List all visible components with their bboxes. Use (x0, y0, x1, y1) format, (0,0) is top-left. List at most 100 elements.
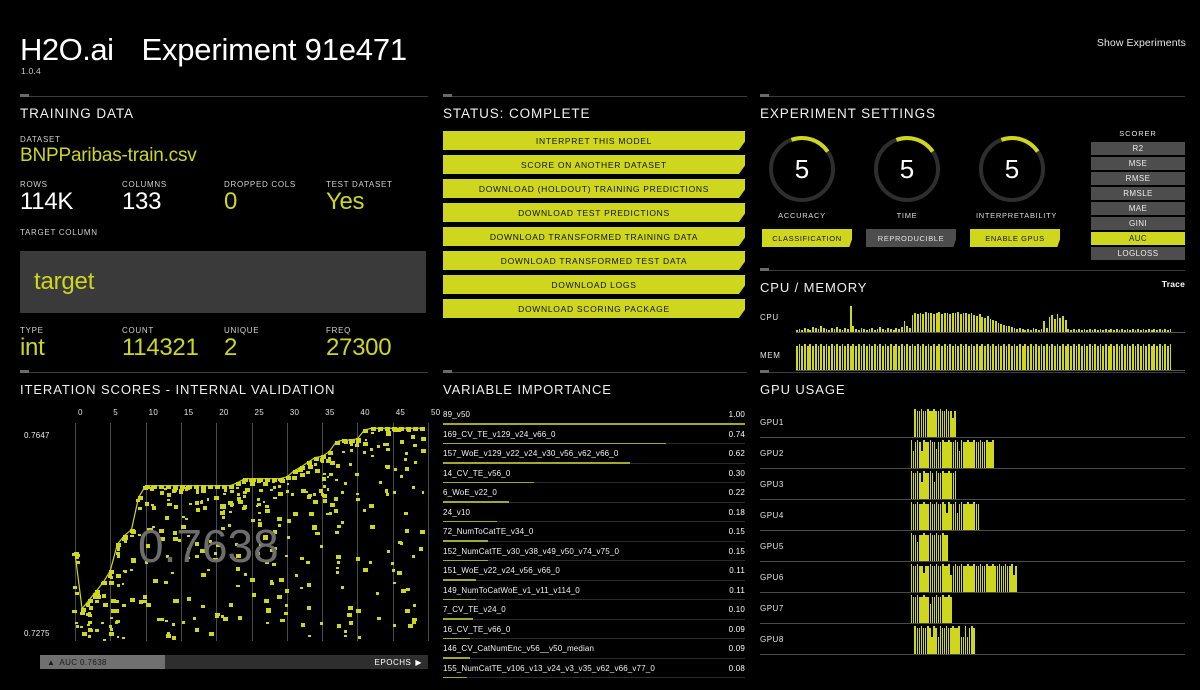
variable-importance-row[interactable]: 6_WoE_v22_0 0.22 (443, 487, 747, 507)
scorer-option[interactable]: MSE (1091, 157, 1185, 170)
variable-importance-row[interactable]: 149_NumToCatWoE_v1_v11_v114_0 0.11 (443, 585, 747, 605)
status-action-button[interactable]: INTERPRET THIS MODEL (443, 131, 745, 150)
brand-logo: H2O.ai (20, 32, 114, 67)
training-stat-value: Yes (326, 188, 365, 215)
variable-importance-title: VARIABLE IMPORTANCE (443, 382, 612, 397)
variable-value: 0.15 (728, 527, 745, 536)
dial-group: 5 INTERPRETABILITY (976, 133, 1056, 220)
divider (760, 268, 1185, 271)
gpu-plot (804, 437, 1185, 468)
iteration-footer-bar[interactable]: ▲ AUC 0.7638 EPOCHS ▶ (40, 655, 428, 669)
target-column-box[interactable]: target (20, 251, 426, 314)
trace-link[interactable]: Trace (1162, 279, 1185, 289)
target-stat-value: 2 (224, 334, 238, 362)
gpu-row: GPU6 (760, 562, 1185, 593)
scorer-label: SCORER (1119, 129, 1157, 138)
gpu-row-label: GPU3 (760, 480, 784, 489)
target-stat-value: int (20, 334, 45, 362)
variable-importance-row[interactable]: 72_NumToCatTE_v34_0 0.15 (443, 526, 747, 546)
variable-name: 16_CV_TE_v66_0 (443, 624, 511, 634)
variable-bar-track (443, 579, 745, 581)
gpu-row: GPU1 (760, 407, 1185, 438)
scorer-option[interactable]: AUC (1091, 232, 1185, 245)
variable-bar (443, 501, 510, 503)
variable-importance-row[interactable]: 89_v50 1.00 (443, 409, 747, 429)
status-action-button[interactable]: DOWNLOAD TRANSFORMED TRAINING DATA (443, 227, 745, 246)
variable-importance-row[interactable]: 152_NumCatTE_v30_v38_v49_v50_v74_v75_0 0.… (443, 546, 747, 566)
variable-importance-row[interactable]: 7_CV_TE_v24_0 0.10 (443, 604, 747, 624)
variable-bar (443, 657, 471, 659)
variable-value: 0.62 (728, 449, 745, 458)
variable-bar-track (443, 657, 745, 659)
status-button-list: INTERPRET THIS MODEL SCORE ON ANOTHER DAT… (443, 131, 747, 318)
variable-bar-track (443, 540, 745, 542)
training-stat: DROPPED COLS 0 (224, 180, 326, 214)
x-tick-label: 25 (254, 408, 264, 417)
gpu-row-label: GPU4 (760, 511, 784, 520)
variable-bar (443, 540, 489, 542)
settings-toggle[interactable]: CLASSIFICATION (762, 229, 852, 247)
variable-value: 0.08 (728, 663, 745, 673)
training-stat-value: 114K (20, 188, 74, 215)
variable-name: 151_WoE_v22_v24_v56_v66_0 (443, 566, 561, 575)
dial[interactable]: 5 (871, 133, 943, 205)
experiment-dashboard: H2O.ai Experiment 91e471 1.0.4 Show Expe… (0, 0, 1200, 690)
variable-name: 149_NumToCatWoE_v1_v11_v114_0 (443, 585, 580, 595)
dial-value: 5 (1004, 153, 1020, 184)
show-experiments-link[interactable]: Show Experiments (1097, 37, 1186, 49)
scorer-option[interactable]: RMSE (1091, 172, 1185, 185)
variable-bar (443, 676, 468, 678)
variable-importance-row[interactable]: 24_v10 0.18 (443, 507, 747, 527)
scorer-option[interactable]: MAE (1091, 202, 1185, 215)
variable-value: 0.09 (728, 644, 745, 653)
settings-toggle[interactable]: ENABLE GPUS (970, 229, 1060, 247)
divider (20, 370, 428, 373)
scorer-option[interactable]: RMSLE (1091, 187, 1185, 200)
variable-importance-row[interactable]: 157_WoE_v129_v22_v24_v30_v56_v62_v66_0 0.… (443, 448, 747, 468)
settings-toggle[interactable]: REPRODUCIBLE (866, 229, 956, 247)
variable-importance-row[interactable]: 16_CV_TE_v66_0 0.09 (443, 624, 747, 644)
variable-value: 0.22 (728, 488, 745, 497)
scorer-option[interactable]: R2 (1091, 142, 1185, 155)
dial-group: 5 ACCURACY (766, 133, 838, 220)
target-stat: COUNT 114321 (122, 326, 224, 360)
variable-importance-row[interactable]: 151_WoE_v22_v24_v56_v66_0 0.11 (443, 565, 747, 585)
variable-importance-list: 89_v50 1.00 169_CV_TE_v129_v24_v66_0 0.74 15… (443, 409, 747, 682)
gpu-bars (910, 437, 995, 468)
y-axis-max-label: 0.7647 (24, 431, 50, 440)
dial[interactable]: 5 (766, 133, 838, 205)
divider (443, 94, 747, 97)
dial-label: ACCURACY (778, 211, 826, 220)
variable-bar-track (443, 599, 745, 600)
dataset-label: DATASET (20, 135, 61, 144)
variable-importance-row[interactable]: 155_NumCatTE_v106_v13_v24_v3_v35_v62_v66… (443, 663, 747, 683)
version-label: 1.0.4 (21, 66, 41, 76)
scorer-option[interactable]: GINI (1091, 217, 1185, 230)
variable-bar (443, 520, 498, 522)
epochs-control[interactable]: EPOCHS ▶ (375, 658, 428, 667)
dial[interactable]: 5 (976, 133, 1048, 205)
variable-name: 146_CV_CatNumEnc_v56__v50_median (443, 644, 595, 653)
status-action-button[interactable]: DOWNLOAD TRANSFORMED TEST DATA (443, 251, 745, 270)
scorer-option[interactable]: LOGLOSS (1091, 247, 1185, 260)
play-triangle-icon: ▶ (415, 657, 422, 667)
cpu-memory-bars (796, 343, 1185, 370)
auc-chip[interactable]: ▲ AUC 0.7638 (40, 655, 165, 669)
variable-bar-track (443, 560, 745, 561)
gpu-row-label: GPU8 (760, 635, 784, 644)
variable-importance-row[interactable]: 14_CV_TE_v56_0 0.30 (443, 468, 747, 488)
variable-importance-row[interactable]: 146_CV_CatNumEnc_v56__v50_median 0.09 (443, 643, 747, 663)
dataset-value[interactable]: BNPParibas-train.csv (20, 145, 428, 167)
status-action-button[interactable]: DOWNLOAD (HOLDOUT) TRAINING PREDICTIONS (443, 179, 745, 198)
status-action-button[interactable]: DOWNLOAD LOGS (443, 275, 745, 294)
cpu-memory-plot (796, 343, 1185, 371)
gpu-plot (804, 561, 1185, 592)
cpu-memory-panel: CPU / MEMORY Trace CPU MEM (760, 268, 1185, 371)
variable-importance-row[interactable]: 169_CV_TE_v129_v24_v66_0 0.74 (443, 429, 747, 449)
status-action-button[interactable]: SCORE ON ANOTHER DATASET (443, 155, 745, 174)
variable-bar (443, 462, 631, 464)
status-action-button[interactable]: DOWNLOAD SCORING PACKAGE (443, 299, 745, 318)
status-action-button[interactable]: DOWNLOAD TEST PREDICTIONS (443, 203, 745, 222)
grid-line (428, 423, 429, 641)
variable-name: 89_v50 (443, 410, 471, 419)
